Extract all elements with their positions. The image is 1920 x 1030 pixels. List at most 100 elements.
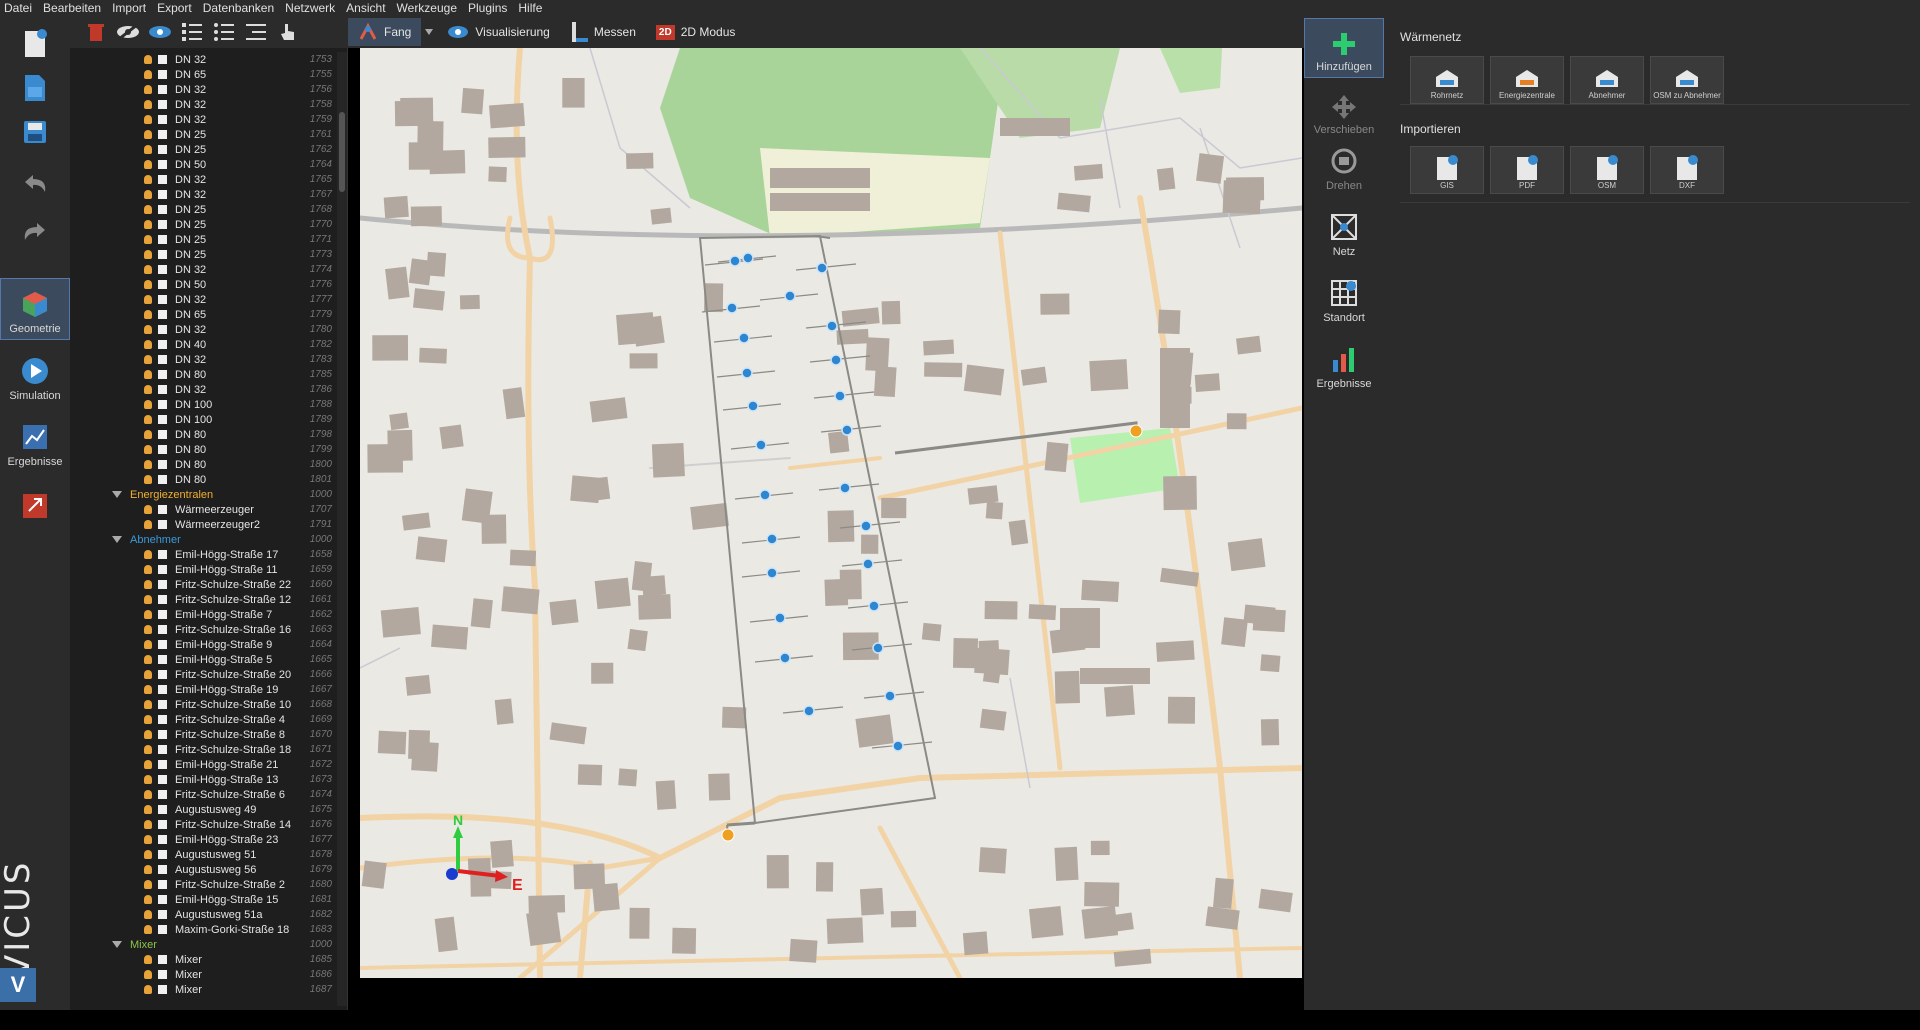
lightbulb-icon[interactable]: [144, 955, 152, 964]
consumer-node[interactable]: [868, 600, 880, 612]
consumer-node[interactable]: [742, 252, 754, 264]
lightbulb-icon[interactable]: [144, 910, 152, 919]
tree-item[interactable]: DN 32 1759: [70, 112, 338, 127]
tree-item[interactable]: Augustusweg 51 1678: [70, 847, 338, 862]
menu-datenbanken[interactable]: Datenbanken: [203, 0, 274, 16]
tree-item[interactable]: Fritz-Schulze-Straße 14 1676: [70, 817, 338, 832]
consumer-node[interactable]: [774, 612, 786, 624]
save-button[interactable]: [6, 112, 64, 152]
lightbulb-icon[interactable]: [144, 640, 152, 649]
menu-datei[interactable]: Datei: [4, 0, 32, 16]
ribbon-nav-netz[interactable]: Netz: [1304, 202, 1384, 262]
consumer-node[interactable]: [839, 482, 851, 494]
show-button[interactable]: [144, 18, 176, 46]
redo-button[interactable]: [6, 212, 64, 252]
lightbulb-icon[interactable]: [144, 310, 152, 319]
tree-item[interactable]: Emil-Högg-Straße 13 1673: [70, 772, 338, 787]
tree-item[interactable]: Maxim-Gorki-Straße 18 1683: [70, 922, 338, 937]
lightbulb-icon[interactable]: [144, 760, 152, 769]
ribbon-nav-drehen[interactable]: Drehen: [1304, 136, 1384, 196]
tree-item[interactable]: DN 100 1788: [70, 397, 338, 412]
tree-item[interactable]: Fritz-Schulze-Straße 16 1663: [70, 622, 338, 637]
lightbulb-icon[interactable]: [144, 265, 152, 274]
menu-netzwerk[interactable]: Netzwerk: [285, 0, 335, 16]
lightbulb-icon[interactable]: [144, 55, 152, 64]
tree-item[interactable]: DN 32 1774: [70, 262, 338, 277]
lightbulb-icon[interactable]: [144, 565, 152, 574]
ribbon-nav-verschieben[interactable]: Verschieben: [1304, 80, 1384, 140]
tree-item[interactable]: Wärmeerzeuger2 1791: [70, 517, 338, 532]
consumer-node[interactable]: [738, 332, 750, 344]
lightbulb-icon[interactable]: [144, 340, 152, 349]
consumer-node[interactable]: [741, 367, 753, 379]
lightbulb-icon[interactable]: [144, 295, 152, 304]
tree-group[interactable]: Energiezentralen 1000: [70, 487, 338, 502]
menu-werkzeuge[interactable]: Werkzeuge: [397, 0, 457, 16]
lightbulb-icon[interactable]: [144, 715, 152, 724]
tree-scrollbar-thumb[interactable]: [339, 112, 345, 192]
tree-item[interactable]: DN 40 1782: [70, 337, 338, 352]
import-tile-osm[interactable]: OSM: [1570, 146, 1644, 194]
lightbulb-icon[interactable]: [144, 985, 152, 994]
consumer-node[interactable]: [826, 320, 838, 332]
tree-item[interactable]: DN 65 1755: [70, 67, 338, 82]
open-file-button[interactable]: [6, 68, 64, 108]
snap-button[interactable]: Fang: [348, 18, 422, 46]
lightbulb-icon[interactable]: [144, 160, 152, 169]
tree-item[interactable]: Fritz-Schulze-Straße 22 1660: [70, 577, 338, 592]
lightbulb-icon[interactable]: [144, 820, 152, 829]
tree-group[interactable]: Abnehmer 1000: [70, 532, 338, 547]
lightbulb-icon[interactable]: [144, 115, 152, 124]
add-tile-rohrnetz[interactable]: Rohrnetz: [1410, 56, 1484, 104]
tree-item[interactable]: Fritz-Schulze-Straße 12 1661: [70, 592, 338, 607]
lightbulb-icon[interactable]: [144, 205, 152, 214]
expand-arrow-icon[interactable]: [112, 941, 122, 948]
tree-item[interactable]: Fritz-Schulze-Straße 6 1674: [70, 787, 338, 802]
export-button[interactable]: [6, 486, 64, 526]
consumer-node[interactable]: [884, 690, 896, 702]
lightbulb-icon[interactable]: [144, 175, 152, 184]
lightbulb-icon[interactable]: [144, 355, 152, 364]
lightbulb-icon[interactable]: [144, 385, 152, 394]
menu-bearbeiten[interactable]: Bearbeiten: [43, 0, 101, 16]
lightbulb-icon[interactable]: [144, 850, 152, 859]
tree-list[interactable]: DN 32 1753 DN 65 1755 DN 32 1756 DN 32 1758 DN 3…: [70, 52, 338, 1006]
undo-button[interactable]: [6, 164, 64, 204]
lightbulb-icon[interactable]: [144, 220, 152, 229]
consumer-node[interactable]: [747, 400, 759, 412]
lightbulb-icon[interactable]: [144, 670, 152, 679]
consumer-node[interactable]: [755, 439, 767, 451]
tree-scrollbar[interactable]: [337, 52, 347, 1006]
tree-item[interactable]: DN 80 1785: [70, 367, 338, 382]
tree-item[interactable]: Fritz-Schulze-Straße 10 1668: [70, 697, 338, 712]
map-viewport[interactable]: N E: [360, 48, 1302, 978]
consumer-node[interactable]: [841, 424, 853, 436]
2d-mode-button[interactable]: 2D 2D Modus: [646, 18, 746, 46]
map-canvas[interactable]: N E: [360, 48, 1302, 978]
tree-item[interactable]: Emil-Högg-Straße 19 1667: [70, 682, 338, 697]
lightbulb-icon[interactable]: [144, 550, 152, 559]
tree-item[interactable]: DN 25 1768: [70, 202, 338, 217]
lightbulb-icon[interactable]: [144, 925, 152, 934]
consumer-node[interactable]: [816, 262, 828, 274]
tree-item[interactable]: DN 32 1780: [70, 322, 338, 337]
lightbulb-icon[interactable]: [144, 100, 152, 109]
import-tile-pdf[interactable]: PDF: [1490, 146, 1564, 194]
consumer-node[interactable]: [766, 533, 778, 545]
lightbulb-icon[interactable]: [144, 475, 152, 484]
lightbulb-icon[interactable]: [144, 805, 152, 814]
consumer-node[interactable]: [784, 290, 796, 302]
tree-item[interactable]: Fritz-Schulze-Straße 2 1680: [70, 877, 338, 892]
lightbulb-icon[interactable]: [144, 325, 152, 334]
nav-geometrie[interactable]: Geometrie: [0, 278, 70, 340]
tree-item[interactable]: DN 80 1801: [70, 472, 338, 487]
consumer-node[interactable]: [872, 642, 884, 654]
tree-item[interactable]: Emil-Högg-Straße 11 1659: [70, 562, 338, 577]
consumer-node[interactable]: [892, 740, 904, 752]
check-list-button[interactable]: [176, 18, 208, 46]
tree-item[interactable]: DN 80 1800: [70, 457, 338, 472]
lightbulb-icon[interactable]: [144, 85, 152, 94]
lightbulb-icon[interactable]: [144, 775, 152, 784]
select-tool-button[interactable]: [272, 18, 304, 46]
list-button[interactable]: [208, 18, 240, 46]
